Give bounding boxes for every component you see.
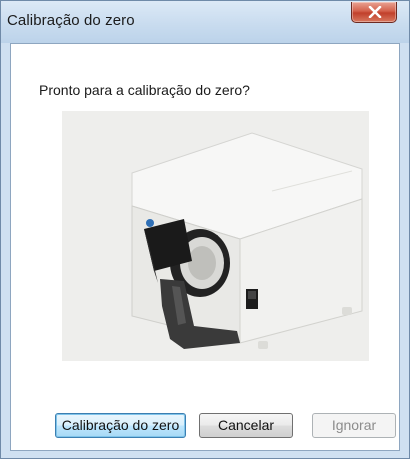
calibrate-zero-button[interactable]: Calibração do zero	[55, 413, 186, 438]
title-bar[interactable]: Calibração do zero	[1, 1, 409, 43]
close-button[interactable]	[351, 2, 397, 23]
device-photo	[62, 111, 369, 361]
window-title: Calibração do zero	[7, 12, 135, 29]
close-icon	[368, 6, 382, 18]
cancel-button[interactable]: Cancelar	[199, 413, 293, 438]
calibration-prompt: Pronto para a calibração do zero?	[39, 82, 250, 98]
dialog-window: Calibração do zero Pronto para a calibra…	[0, 0, 410, 459]
ignore-button[interactable]: Ignorar	[312, 413, 396, 438]
dialog-content: Pronto para a calibração do zero? Calibr…	[10, 43, 400, 451]
spectrophotometer-image	[62, 111, 369, 361]
button-row: Calibração do zero Cancelar Ignorar	[11, 413, 401, 443]
